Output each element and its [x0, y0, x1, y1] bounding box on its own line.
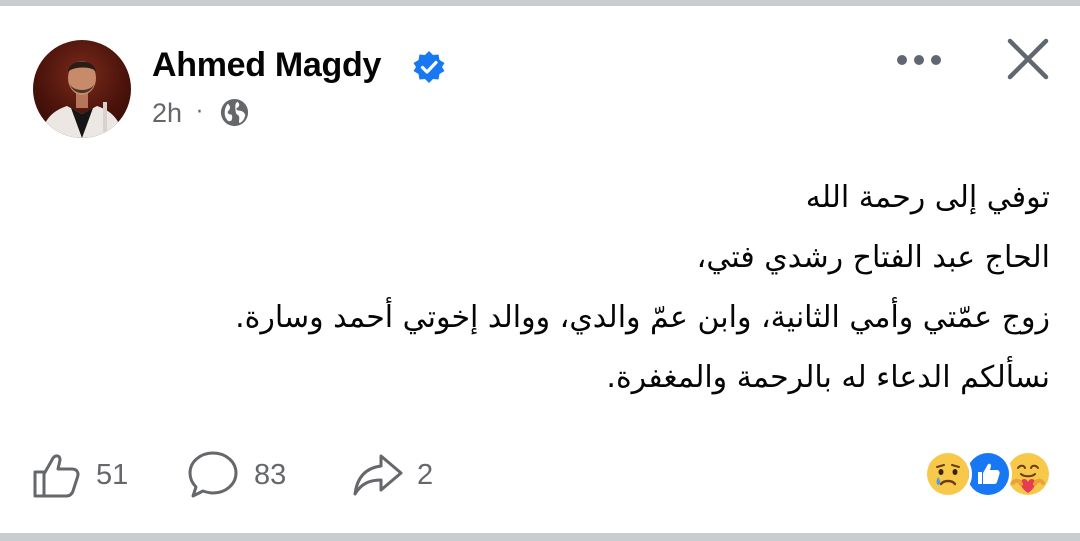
post-line: الحاج عبد الفتاح رشدي فتي، [696, 240, 1050, 275]
reaction-summary[interactable] [924, 450, 1054, 500]
post-line: نسألكم الدعاء له بالرحمة والمغفرة. [606, 360, 1050, 395]
author-name[interactable]: Ahmed Magdy [152, 40, 381, 90]
bottom-divider [0, 533, 1080, 541]
post-line: توفي إلى رحمة الله [805, 180, 1050, 215]
verified-badge-icon [413, 51, 445, 83]
thumbs-up-icon [33, 454, 80, 498]
close-icon[interactable] [1005, 36, 1051, 82]
post-text: توفي إلى رحمة الله الحاج عبد الفتاح رشدي… [150, 172, 1050, 412]
sad-reaction-icon [924, 450, 972, 498]
like-count: 51 [96, 459, 129, 491]
author-avatar[interactable] [33, 40, 131, 138]
share-arrow-icon [353, 454, 403, 496]
post-timestamp[interactable]: 2h [152, 96, 182, 130]
meta-separator: · [196, 100, 203, 125]
comment-bubble-icon [188, 451, 238, 498]
globe-icon[interactable] [219, 97, 250, 128]
post-line: زوج عمّتي وأمي الثانية، وابن عمّ والدي، … [235, 300, 1050, 335]
avatar-image [41, 61, 123, 138]
comment-button[interactable]: 83 [186, 448, 296, 502]
share-count: 2 [417, 459, 434, 491]
more-options-icon[interactable] [894, 48, 944, 72]
comment-count: 83 [254, 459, 287, 491]
share-button[interactable]: 2 [351, 448, 451, 502]
top-divider [0, 0, 1080, 6]
like-button[interactable]: 51 [30, 448, 140, 502]
